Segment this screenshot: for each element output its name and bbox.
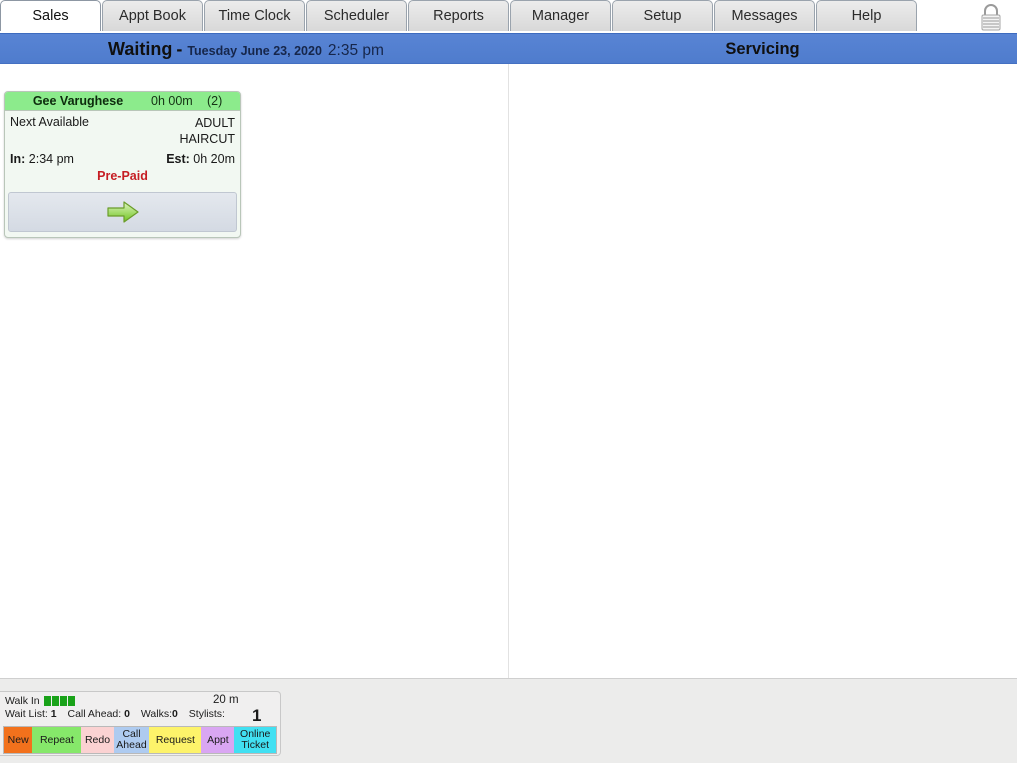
tab-messages-label: Messages [731, 8, 798, 24]
status-header-band: Servicing Waiting - Tuesday June 23, 202… [0, 33, 1017, 64]
tab-manager-label: Manager [531, 8, 590, 24]
application-window: Sales Appt Book Time Clock Scheduler Rep… [0, 0, 1017, 763]
wait-list-value: 1 [50, 708, 57, 720]
ticket-advance-button[interactable] [8, 192, 237, 232]
walks-label: Walks: [140, 708, 173, 720]
tab-time-clock-label: Time Clock [218, 8, 291, 24]
green-arrow-right-icon [106, 201, 139, 223]
ticket-header: Gee Varughese 0h 00m (2) [5, 92, 240, 111]
wait-list-label: Wait List: [5, 708, 48, 720]
walk-in-label: Walk In [5, 695, 40, 707]
waiting-pane-title: Waiting [108, 39, 173, 59]
tab-help[interactable]: Help [816, 0, 917, 31]
ticket-est-group: Est: 0h 20m [166, 152, 235, 166]
ticket-times-row: In: 2:34 pm Est: 0h 20m [10, 152, 235, 166]
servicing-pane [509, 64, 1017, 678]
tab-reports[interactable]: Reports [408, 0, 509, 31]
stylists-label: Stylists: [188, 708, 225, 720]
legend-redo[interactable]: Redo [81, 727, 114, 753]
tab-sales-label: Sales [32, 8, 69, 24]
ticket-duration: 0h 00m [151, 94, 193, 108]
call-ahead-label: Call Ahead: [67, 708, 122, 720]
ticket-in-label: In: [10, 152, 26, 166]
legend-online-ticket[interactable]: Online Ticket [234, 727, 276, 753]
ticket-stylist-service-row: Next Available ADULT HAIRCUT [10, 115, 235, 147]
walks-value: 0 [172, 708, 178, 720]
ticket-est-time: 0h 20m [193, 152, 235, 166]
tab-scheduler[interactable]: Scheduler [306, 0, 407, 31]
tab-setup[interactable]: Setup [612, 0, 713, 31]
tab-reports-label: Reports [433, 8, 484, 24]
legend-new[interactable]: New [4, 727, 33, 753]
queue-counts-row: Wait List: 1 Call Ahead: 0 Walks:0 Styli… [5, 708, 225, 720]
legend-repeat[interactable]: Repeat [32, 727, 82, 753]
ticket-service: ADULT HAIRCUT [179, 115, 235, 147]
ticket-est-label: Est: [166, 152, 190, 166]
tab-time-clock[interactable]: Time Clock [204, 0, 305, 31]
main-tab-bar: Sales Appt Book Time Clock Scheduler Rep… [0, 0, 1017, 33]
ticket-in-time: 2:34 pm [28, 152, 74, 166]
tab-setup-label: Setup [643, 8, 682, 24]
waiting-pane-title-group: Waiting - Tuesday June 23, 2020 2:35 pm [108, 34, 384, 65]
tab-scheduler-label: Scheduler [323, 8, 390, 24]
header-time: 2:35 pm [327, 42, 384, 59]
lock-button[interactable] [971, 0, 1011, 34]
walk-in-load-bars [43, 696, 75, 706]
ticket-type-legend: New Repeat Redo Call Ahead Request Appt … [3, 726, 277, 754]
tab-help-label: Help [851, 8, 882, 24]
ticket-service-line2: HAIRCUT [179, 132, 235, 146]
tab-appt-book-label: Appt Book [119, 8, 186, 24]
ticket-body: Next Available ADULT HAIRCUT In: 2:34 pm… [5, 111, 240, 187]
ticket-visit-count: (2) [207, 94, 223, 108]
ticket-in-group: In: 2:34 pm [10, 152, 74, 166]
walk-in-wait-time: 20 m [213, 694, 239, 706]
legend-request[interactable]: Request [149, 727, 202, 753]
ticket-stylist: Next Available [10, 115, 89, 129]
tab-manager[interactable]: Manager [510, 0, 611, 31]
call-ahead-value: 0 [124, 708, 130, 720]
ticket-service-line1: ADULT [194, 116, 235, 130]
legend-call-ahead[interactable]: Call Ahead [113, 727, 150, 753]
header-dash: - [176, 39, 183, 59]
legend-appt[interactable]: Appt [201, 727, 235, 753]
bottom-toolbar: Walk In 20 m Wait List: 1 Call Ahead: 0 … [0, 678, 1017, 763]
walk-in-status-panel: Walk In 20 m Wait List: 1 Call Ahead: 0 … [0, 691, 281, 756]
main-content-area: Gee Varughese 0h 00m (2) Next Available … [0, 64, 1017, 678]
header-date: Tuesday June 23, 2020 [187, 44, 322, 58]
tab-sales[interactable]: Sales [0, 0, 101, 31]
waiting-pane: Gee Varughese 0h 00m (2) Next Available … [0, 64, 508, 678]
lock-icon [981, 4, 1001, 31]
stylists-count-value: 1 [252, 706, 262, 725]
tab-appt-book[interactable]: Appt Book [102, 0, 203, 31]
ticket-payment-status: Pre-Paid [97, 169, 148, 183]
tab-messages[interactable]: Messages [714, 0, 815, 31]
ticket-customer-name: Gee Varughese [32, 94, 124, 108]
walk-in-row: Walk In [5, 695, 75, 707]
waiting-ticket-card[interactable]: Gee Varughese 0h 00m (2) Next Available … [4, 91, 241, 238]
